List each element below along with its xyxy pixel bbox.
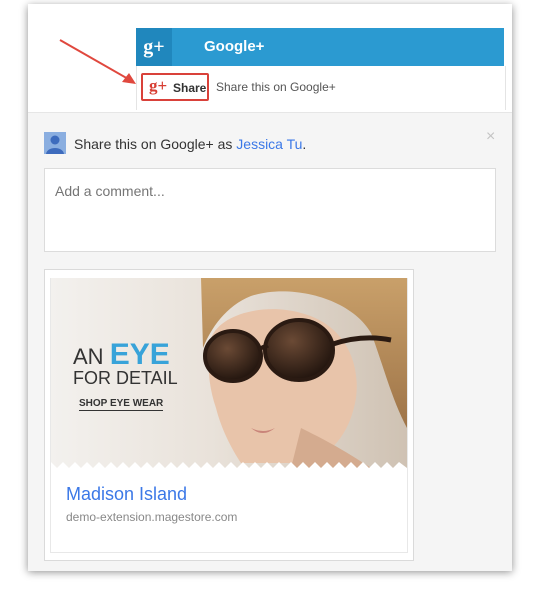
share-caption: Share this on Google+ <box>216 80 336 94</box>
close-icon[interactable]: × <box>486 128 495 146</box>
ad-cta: SHOP EYE WEAR <box>79 398 164 411</box>
comment-input[interactable] <box>44 168 496 252</box>
share-as-line: Share this on Google+ as Jessica Tu. <box>74 136 306 152</box>
preview-url: demo-extension.magestore.com <box>66 510 238 524</box>
annotation-arrow <box>59 39 136 84</box>
google-plus-header-bar <box>136 28 504 66</box>
ad-headline-word: AN <box>73 344 104 369</box>
share-button-label: Share <box>173 81 207 95</box>
preview-image: AN EYE FOR DETAIL SHOP EYE WEAR <box>51 278 407 468</box>
user-avatar-icon <box>44 132 66 154</box>
google-plus-icon: g+ <box>149 76 168 95</box>
header-title: Google+ <box>204 38 265 55</box>
ad-headline: AN EYE <box>73 338 170 372</box>
preview-title-link[interactable]: Madison Island <box>66 484 187 505</box>
share-as-prefix: Share this on Google+ as <box>74 136 233 152</box>
ad-headline-highlight: EYE <box>109 338 170 371</box>
user-name-link[interactable]: Jessica Tu <box>236 136 302 152</box>
google-plus-logo-icon: g+ <box>136 28 172 66</box>
share-as-suffix: . <box>302 136 307 152</box>
google-plus-share-button[interactable]: g+ Share <box>141 73 209 101</box>
ad-subheadline: FOR DETAIL <box>73 368 178 388</box>
